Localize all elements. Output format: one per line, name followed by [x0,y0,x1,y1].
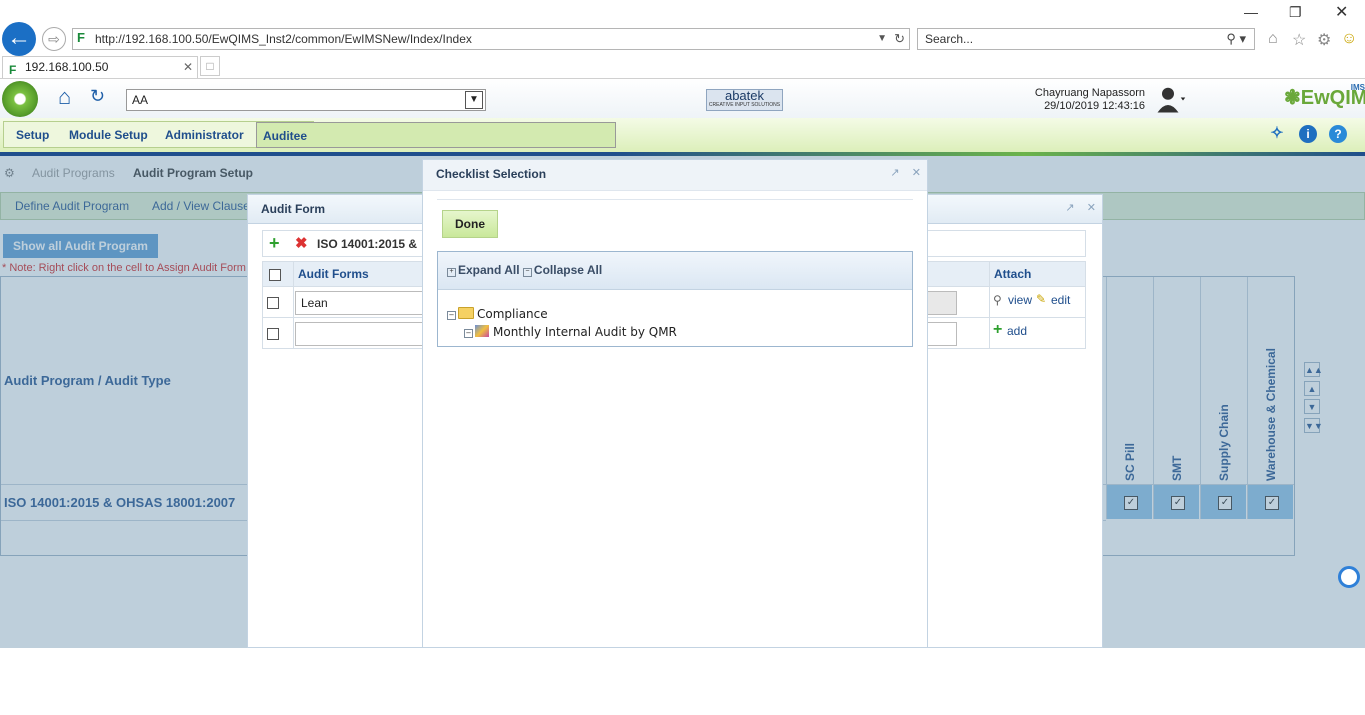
app-logo-icon[interactable] [2,81,38,117]
address-bar[interactable]: F http://192.168.100.50/EwQIMS_Inst2/com… [72,28,910,50]
expand-all-label: Expand All [458,263,520,277]
view-link[interactable]: view [1008,293,1032,307]
browser-tab[interactable]: F 192.168.100.50 ✕ [2,56,198,78]
tree-node-label: Compliance [477,307,548,321]
minus-box-icon: − [522,268,532,277]
tab-favicon-icon: F [9,63,17,77]
current-datetime: 29/10/2019 12:43:16 [1044,100,1145,112]
done-button[interactable]: Done [442,210,498,238]
menu-group: Setup Module Setup Administrator Auditee [3,121,616,148]
pencil-icon[interactable]: ✎ [1036,292,1046,306]
checklist-dialog-title: Checklist Selection [423,160,927,191]
col-divider [293,287,294,317]
home-button-icon[interactable]: ⌂ [58,84,71,110]
minus-box-icon[interactable]: − [447,311,456,320]
dialog-controls: ↗ ✕ [890,166,921,179]
popout-icon[interactable]: ↗ [890,167,899,179]
dialog-divider [437,199,913,200]
collapse-all-label: Collapse All [533,263,603,277]
audit-form-toolbar-title: ISO 14001:2015 & [317,237,418,251]
tree-node-label: Monthly Internal Audit by QMR [493,325,677,339]
smiley-icon[interactable]: ☺ [1341,30,1357,48]
tree-toolbar: + Expand All − Collapse All [438,252,912,290]
collapse-all-button[interactable]: − Collapse All [522,263,603,277]
url-text: http://192.168.100.50/EwQIMS_Inst2/commo… [95,32,472,46]
home-icon[interactable]: ⌂ [1268,30,1278,48]
select-all-checkbox[interactable] [269,269,281,281]
main-menu-bar: Setup Module Setup Administrator Auditee… [0,118,1365,156]
close-icon[interactable]: ✕ [1087,202,1096,214]
user-info: Chayruang Napassorn 29/10/2019 12:43:16 [1000,87,1145,113]
menu-auditee[interactable]: Auditee [256,122,616,148]
row-checkbox[interactable] [267,297,279,309]
col-divider [989,262,990,286]
product-logo: ❃EwQIMSIMS [1284,83,1365,110]
site-select[interactable]: AA ▼ [126,89,486,111]
site-favicon-icon: F [77,30,85,45]
favorites-star-icon[interactable]: ☆ [1292,30,1306,50]
tree-node-compliance[interactable]: − Compliance [447,307,548,321]
col-divider [293,262,294,286]
site-select-value: AA [132,93,149,107]
product-logo-sup: IMS [1350,83,1365,93]
new-audit-form-extra-input[interactable] [927,322,957,346]
row-checkbox[interactable] [267,328,279,340]
help-icon[interactable]: ? [1329,125,1347,143]
company-tagline: CREATIVE INPUT SOLUTIONS [708,102,781,108]
popout-icon[interactable]: ↗ [1065,202,1074,214]
col-divider [989,318,990,348]
tab-title: 192.168.100.50 [25,60,109,74]
checklist-icon [475,325,489,337]
add-icon[interactable]: + [269,233,280,254]
close-icon[interactable]: ✕ [912,167,921,179]
pin-icon[interactable]: ✧ [1268,125,1286,143]
app-header: ⌂ ↻ AA ▼ abatek CREATIVE INPUT SOLUTIONS… [0,78,1365,119]
magnifier-icon[interactable]: ⚲ [993,293,1002,307]
refresh-button-icon[interactable]: ↻ [90,86,105,107]
browser-search-input[interactable]: Search... ⚲ ▾ [917,28,1255,50]
col-divider [989,287,990,317]
menu-module-setup[interactable]: Module Setup [69,122,148,148]
menu-setup[interactable]: Setup [16,122,49,148]
add-attachment-link[interactable]: add [1007,324,1027,338]
new-tab-button[interactable]: □ [200,56,220,76]
sun-icon: ❃ [1284,87,1301,109]
minus-box-icon[interactable]: − [464,329,473,338]
restore-icon[interactable]: ❐ [1289,4,1302,21]
company-logo: abatek CREATIVE INPUT SOLUTIONS [706,89,783,111]
menu-administrator[interactable]: Administrator [165,122,244,148]
user-name: Chayruang Napassorn [1034,87,1145,99]
tree-node-monthly-internal-audit[interactable]: − Monthly Internal Audit by QMR [464,325,677,339]
user-avatar-icon[interactable] [1156,83,1186,115]
add-icon[interactable]: + [993,321,1002,339]
info-icon[interactable]: i [1299,125,1317,143]
loading-spinner-icon [1338,566,1360,588]
folder-icon [458,307,474,319]
chevron-down-icon[interactable]: ▼ [465,91,483,109]
checklist-tree: + Expand All − Collapse All − Compliance − M… [437,251,913,347]
refresh-icon[interactable]: ↻ [894,29,905,49]
dialog-controls: ↗ ✕ [1065,201,1096,214]
checklist-selection-dialog: Checklist Selection ↗ ✕ Done + Expand All… [422,159,928,648]
plus-box-icon: + [447,268,456,277]
close-window-icon[interactable]: ✕ [1335,2,1348,22]
expand-all-button[interactable]: + Expand All [447,263,520,277]
col-divider [293,318,294,348]
back-button[interactable]: ← [2,22,36,56]
col-audit-forms: Audit Forms [298,267,369,281]
tab-close-icon[interactable]: ✕ [183,57,193,77]
browser-chrome: ← ⇨ F http://192.168.100.50/EwQIMS_Inst2… [0,0,1365,78]
forward-button[interactable]: ⇨ [42,27,66,51]
search-icon[interactable]: ⚲ ▾ [1226,29,1246,49]
minimize-icon[interactable]: — [1244,4,1258,20]
audit-form-disabled-input [927,291,957,315]
edit-link[interactable]: edit [1051,293,1070,307]
delete-icon[interactable]: ✖ [295,234,308,252]
gear-icon[interactable]: ⚙ [1317,30,1331,50]
chevron-down-icon[interactable]: ▼ [877,29,887,49]
search-placeholder: Search... [925,32,974,46]
col-attach: Attach [994,267,1032,281]
company-logo-text: abatek [724,88,765,103]
